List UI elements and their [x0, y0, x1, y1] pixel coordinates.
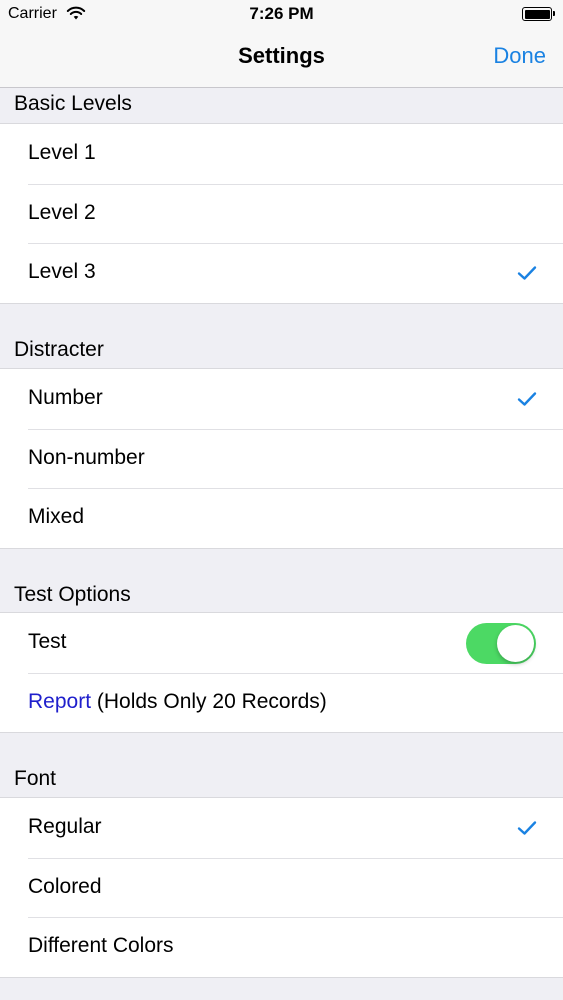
number-row[interactable]: Number	[0, 369, 563, 429]
row-label: Non-number	[28, 445, 145, 469]
mixed-row[interactable]: Mixed	[0, 488, 563, 548]
distracter-group: Number Non-number Mixed	[0, 368, 563, 550]
checkmark-icon	[517, 392, 537, 406]
regular-row[interactable]: Regular	[0, 798, 563, 858]
row-label: Colored	[28, 874, 102, 898]
checkmark-icon	[517, 266, 537, 281]
status-bar: Carrier 7:26 PM	[0, 0, 563, 30]
row-label: Level 3	[28, 260, 96, 284]
row-label: Mixed	[28, 505, 85, 529]
row-label: Regular	[28, 815, 102, 838]
test-row: Test	[0, 613, 563, 673]
row-label: Number	[28, 386, 103, 409]
toggle-knob	[497, 625, 534, 662]
non-number-row[interactable]: Non-number	[0, 428, 563, 489]
section-header-font: Font	[14, 767, 57, 790]
level-3-row[interactable]: Level 3	[0, 243, 563, 303]
done-button[interactable]: Done	[493, 43, 546, 69]
battery-icon	[522, 7, 555, 21]
report-link[interactable]: Report	[28, 690, 91, 713]
report-label: Report (Holds Only 20 Records)	[28, 690, 327, 714]
font-group: Regular Colored Different Colors	[0, 797, 563, 979]
test-toggle[interactable]	[466, 623, 536, 664]
level-1-row[interactable]: Level 1	[0, 124, 563, 184]
status-time: 7:26 PM	[249, 4, 314, 23]
section-header-test-options: Test Options	[14, 583, 131, 606]
checkmark-icon	[517, 821, 537, 835]
page-title: Settings	[238, 43, 325, 68]
section-header-distracter: Distracter	[14, 338, 104, 361]
different-colors-row[interactable]: Different Colors	[0, 917, 563, 977]
test-options-group: Test Report (Holds Only 20 Records)	[0, 612, 563, 734]
colored-row[interactable]: Colored	[0, 857, 563, 918]
report-note: (Holds Only 20 Records)	[91, 689, 327, 713]
row-label: Different Colors	[28, 934, 174, 958]
report-row: Report (Holds Only 20 Records)	[0, 672, 563, 733]
row-label: Level 1	[28, 141, 96, 164]
section-header-basic-levels: Basic Levels	[14, 92, 132, 115]
basic-levels-group: Level 1 Level 2 Level 3	[0, 123, 563, 305]
row-label: Level 2	[28, 200, 96, 224]
row-label: Test	[28, 630, 67, 653]
level-2-row[interactable]: Level 2	[0, 183, 563, 244]
navigation-bar: Settings Done	[0, 30, 563, 88]
